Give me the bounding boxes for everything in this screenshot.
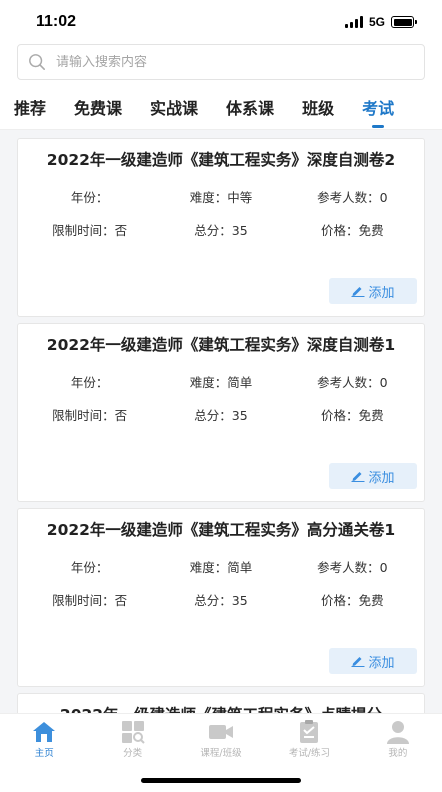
exam-year: 年份： — [70, 190, 109, 205]
exam-info-row: 限制时间：否 总分：35 价格：免费 — [18, 220, 424, 239]
add-exam-button[interactable]: 添加 — [329, 278, 417, 304]
exam-list[interactable]: 2022年一级建造师《建筑工程实务》深度自测卷2 年份： 难度：中等 参考人数：… — [0, 130, 442, 713]
home-icon — [33, 722, 56, 742]
search-box[interactable] — [17, 44, 425, 80]
search-input[interactable] — [56, 54, 356, 70]
add-exam-button[interactable]: 添加 — [329, 648, 417, 674]
exam-card[interactable]: 2022年一级建造师《建筑工程实务》深度自测卷1 年份： 难度：简单 参考人数：… — [17, 323, 425, 502]
nav-label: 我的 — [388, 748, 408, 759]
exam-participants: 参考人数：0 — [317, 560, 388, 575]
home-indicator — [141, 778, 301, 783]
nav-courses[interactable]: 课程/班级 — [177, 720, 265, 760]
edit-pencil-icon — [351, 287, 365, 297]
nav-exams[interactable]: 考试/练习 — [265, 720, 353, 760]
bottom-nav: 主页 分类 课程/班级 考试/练习 我的 — [0, 713, 442, 792]
tab-free-courses[interactable]: 免费课 — [74, 95, 122, 119]
search-bar — [0, 44, 442, 84]
exam-price: 价格：免费 — [321, 408, 384, 423]
exam-participants: 参考人数：0 — [317, 375, 388, 390]
exam-info-row: 年份： 难度：中等 参考人数：0 — [18, 187, 424, 206]
tab-classes[interactable]: 班级 — [302, 95, 334, 119]
exam-card[interactable]: 2022年一级建造师《建筑工程实务》点睛提分 — [17, 693, 425, 713]
add-button-label: 添加 — [368, 470, 395, 486]
exam-year: 年份： — [70, 375, 109, 390]
exam-total-score: 总分：35 — [194, 408, 248, 423]
category-icon — [121, 721, 145, 744]
exam-time-limit: 限制时间：否 — [52, 593, 128, 608]
nav-label: 课程/班级 — [200, 748, 242, 759]
exam-total-score: 总分：35 — [194, 593, 248, 608]
exam-card[interactable]: 2022年一级建造师《建筑工程实务》高分通关卷1 年份： 难度：简单 参考人数：… — [17, 508, 425, 687]
exam-title: 2022年一级建造师《建筑工程实务》深度自测卷2 — [46, 151, 396, 169]
exam-difficulty: 难度：中等 — [189, 190, 253, 205]
network-type: 5G — [368, 15, 385, 29]
exam-price: 价格：免费 — [321, 593, 384, 608]
exam-participants: 参考人数：0 — [317, 190, 388, 205]
nav-home[interactable]: 主页 — [0, 720, 88, 760]
edit-pencil-icon — [351, 472, 365, 482]
exam-info-row: 年份： 难度：简单 参考人数：0 — [18, 372, 424, 391]
exam-difficulty: 难度：简单 — [189, 375, 253, 390]
edit-pencil-icon — [351, 657, 365, 667]
exam-year: 年份： — [70, 560, 109, 575]
exam-difficulty: 难度：简单 — [189, 560, 253, 575]
exam-total-score: 总分：35 — [194, 223, 248, 238]
exam-clipboard-icon — [300, 720, 319, 743]
exam-info-row: 年份： 难度：简单 参考人数：0 — [18, 557, 424, 576]
status-bar: 11:02 5G — [0, 0, 442, 44]
tab-recommend[interactable]: 推荐 — [14, 95, 46, 119]
exam-info-row: 限制时间：否 总分：35 价格：免费 — [18, 405, 424, 424]
tab-practical-courses[interactable]: 实战课 — [150, 95, 198, 119]
nav-category[interactable]: 分类 — [88, 720, 176, 760]
add-button-label: 添加 — [368, 285, 395, 301]
status-time: 11:02 — [36, 13, 77, 30]
battery-icon — [391, 16, 417, 28]
tab-system-courses[interactable]: 体系课 — [226, 95, 274, 119]
exam-info-row: 限制时间：否 总分：35 价格：免费 — [18, 590, 424, 609]
nav-label: 主页 — [34, 748, 54, 759]
exam-card[interactable]: 2022年一级建造师《建筑工程实务》深度自测卷2 年份： 难度：中等 参考人数：… — [17, 138, 425, 317]
nav-label: 考试/练习 — [288, 748, 331, 759]
add-button-label: 添加 — [368, 655, 395, 671]
profile-icon — [386, 721, 409, 744]
exam-title: 2022年一级建造师《建筑工程实务》点睛提分 — [18, 694, 424, 713]
nav-profile[interactable]: 我的 — [354, 720, 442, 760]
search-icon — [29, 54, 46, 71]
exam-price: 价格：免费 — [321, 223, 384, 238]
exam-title: 2022年一级建造师《建筑工程实务》高分通关卷1 — [46, 521, 396, 539]
exam-title: 2022年一级建造师《建筑工程实务》深度自测卷1 — [46, 336, 396, 354]
video-camera-icon — [209, 725, 234, 739]
category-tabs: 推荐 免费课 实战课 体系课 班级 考试 — [0, 84, 442, 130]
status-indicators: 5G — [344, 15, 417, 29]
add-exam-button[interactable]: 添加 — [329, 463, 417, 489]
signal-icon — [344, 16, 363, 28]
exam-time-limit: 限制时间：否 — [52, 223, 128, 238]
nav-label: 分类 — [123, 748, 143, 759]
tab-exams[interactable]: 考试 — [362, 95, 394, 128]
exam-time-limit: 限制时间：否 — [52, 408, 128, 423]
